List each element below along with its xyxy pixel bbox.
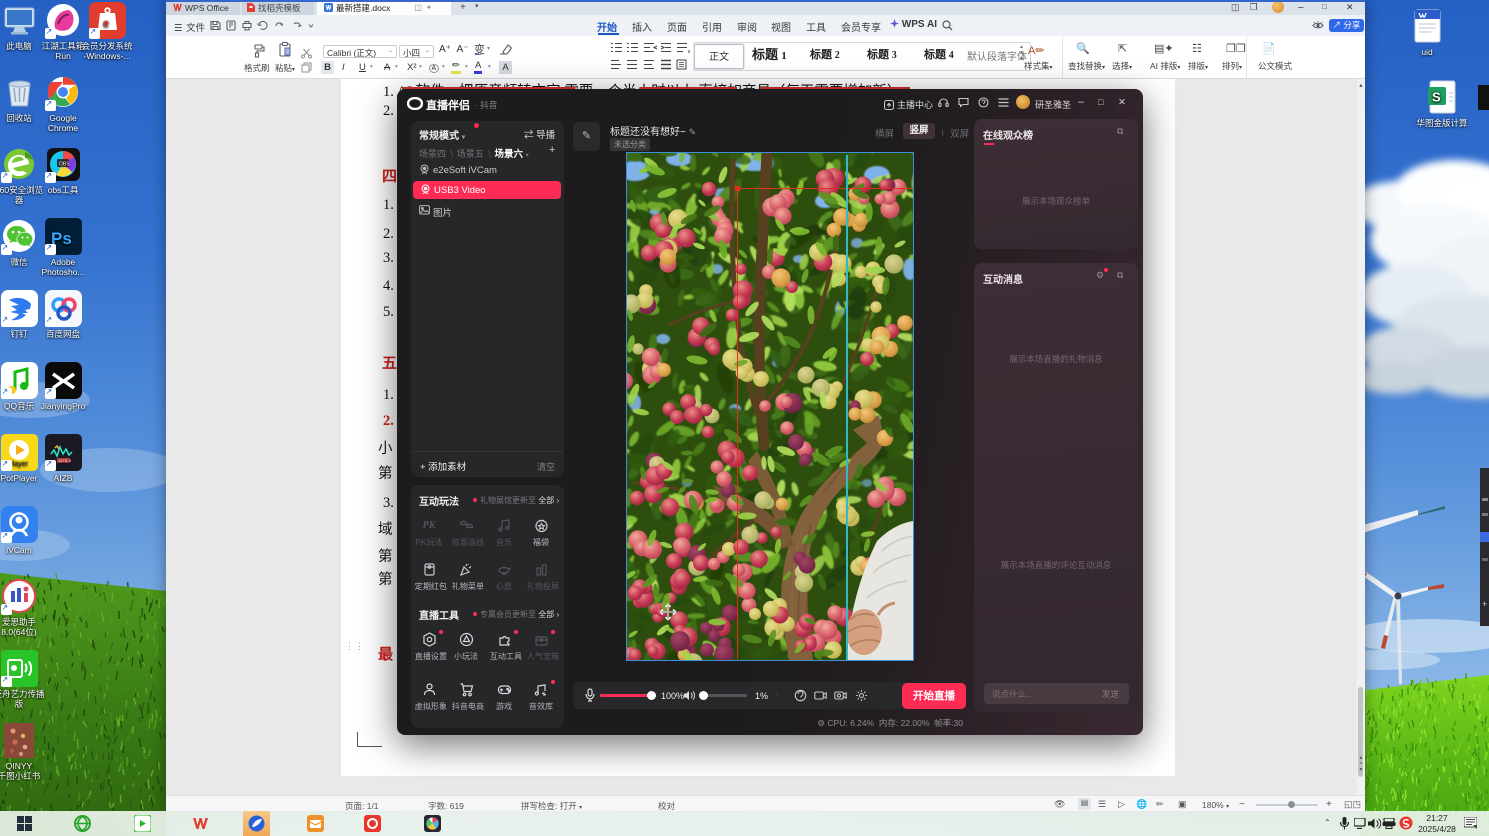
svg-text:e: e [103, 15, 109, 30]
svg-text:S: S [1432, 90, 1441, 105]
svg-text:AIZB-3: AIZB-3 [58, 458, 71, 463]
svg-text:OBS: OBS [59, 162, 70, 168]
